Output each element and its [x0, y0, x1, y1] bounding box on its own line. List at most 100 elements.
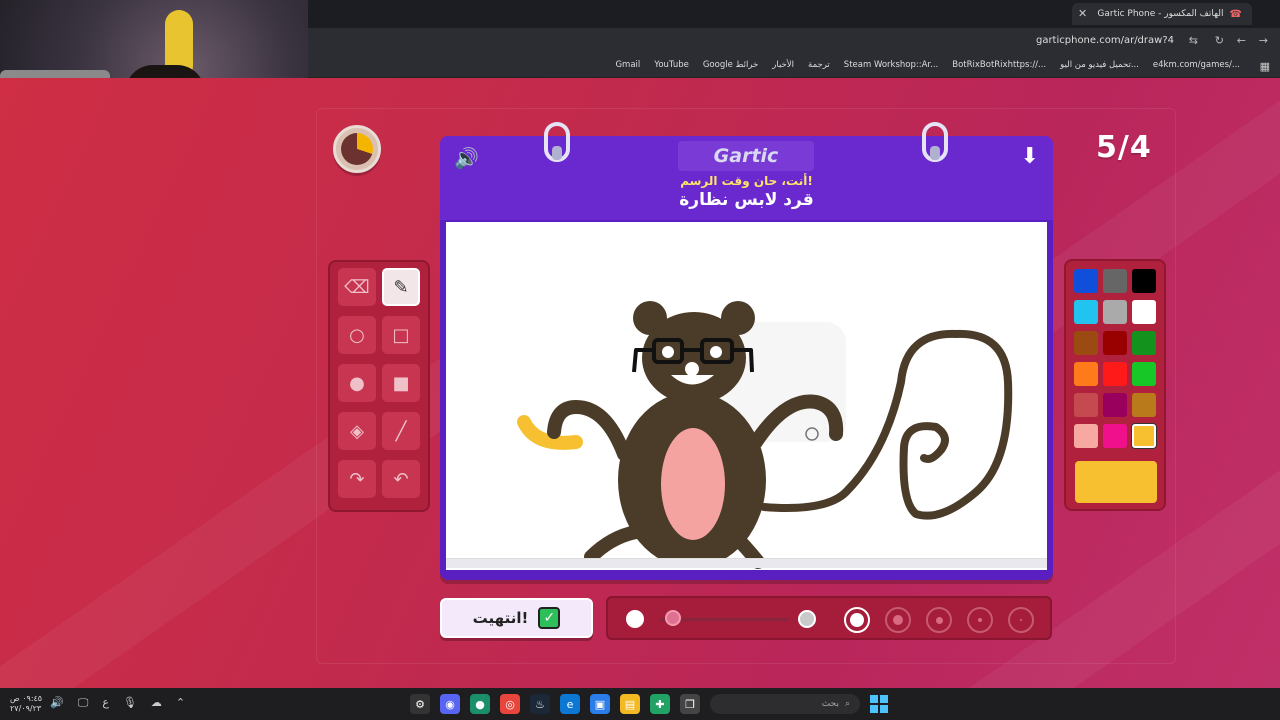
close-tab-icon[interactable]: ✕: [1078, 7, 1087, 20]
weather-icon[interactable]: ☁: [151, 696, 162, 710]
sound-icon[interactable]: 🔊: [454, 146, 479, 170]
color-swatch[interactable]: [1132, 393, 1156, 417]
fill-bucket-tool[interactable]: ◈: [338, 412, 376, 450]
chrome-app-icon[interactable]: ◎: [500, 694, 520, 714]
tray-overflow-icon[interactable]: ⌃: [176, 696, 185, 710]
mic-tray-icon[interactable]: 🎙: [123, 696, 137, 710]
check-icon: ✓: [538, 607, 561, 629]
line-icon: ╱: [395, 420, 407, 442]
ellipse-fill-tool[interactable]: ●: [338, 364, 376, 402]
bookmark-item[interactable]: BotRixBotRixhttps://...: [952, 60, 1046, 70]
system-tray: 🔊 🖵 ع 🎙 ☁ ⌃: [50, 696, 185, 710]
brush-size-option[interactable]: [967, 607, 993, 633]
color-swatch[interactable]: [1132, 331, 1156, 355]
color-swatch[interactable]: [1103, 269, 1127, 293]
address-bar-row: → ← ↻ ⇆ garticphone.com/ar/draw?4: [308, 28, 1280, 56]
color-swatch[interactable]: [1103, 424, 1127, 448]
color-swatch[interactable]: [1103, 362, 1127, 386]
color-swatch[interactable]: [1103, 300, 1127, 324]
taskbar-apps: ⚙ ◉ ● ◎ ♨ e ▣ ▤ ✚ ❐ بحث ⌕: [410, 694, 888, 714]
network-icon[interactable]: 🖵: [78, 696, 89, 710]
prompt-word: قرد لابس نظارة: [679, 190, 814, 210]
color-swatch[interactable]: [1074, 393, 1098, 417]
ellipse-outline-icon: ○: [349, 324, 365, 346]
color-swatch[interactable]: [1103, 331, 1127, 355]
browser-tab-bar: + ✕ Gartic Phone - الهاتف المكسور ☎: [308, 0, 1280, 28]
rectangle-outline-tool[interactable]: □: [382, 316, 420, 354]
done-button[interactable]: انتهيت! ✓: [440, 598, 593, 638]
apps-grid-icon[interactable]: ▦: [1260, 60, 1270, 73]
monkey-drawing: [517, 301, 1013, 569]
discord-app-icon[interactable]: ◉: [440, 694, 460, 714]
line-tool[interactable]: ╱: [382, 412, 420, 450]
taskbar-clock[interactable]: ٠٩:٤٥ ص ٢٧/٠٩/٢٣: [10, 694, 42, 714]
color-swatch[interactable]: [1132, 424, 1156, 448]
browser-tab[interactable]: ✕ Gartic Phone - الهاتف المكسور ☎: [1072, 3, 1252, 25]
bookmark-item[interactable]: Gmail: [615, 60, 640, 70]
color-swatch[interactable]: [1132, 362, 1156, 386]
bookmark-item[interactable]: تحميل فيديو من اليو...: [1060, 60, 1139, 70]
color-swatch[interactable]: [1074, 331, 1098, 355]
steam-app-icon[interactable]: ♨: [530, 694, 550, 714]
bookmark-item[interactable]: الأخبار: [772, 60, 794, 70]
round-counter: 5/4: [1096, 130, 1152, 165]
obs-app-icon[interactable]: ●: [470, 694, 490, 714]
download-icon[interactable]: ⬇: [1021, 144, 1039, 169]
prompt-subtitle: أنت، حان وقت الرسم!: [680, 174, 813, 188]
volume-icon[interactable]: 🔊: [50, 696, 64, 710]
address-bar-url[interactable]: garticphone.com/ar/draw?4: [1036, 35, 1174, 46]
edge-app-icon[interactable]: e: [560, 694, 580, 714]
clock-time: ٠٩:٤٥ ص: [10, 694, 43, 703]
color-swatch[interactable]: [1132, 300, 1156, 324]
notebook-header: 🔊 Gartic ⬇ أنت، حان وقت الرسم! قرد لابس …: [440, 136, 1053, 220]
current-color-preview: [1075, 461, 1157, 503]
back-arrow-icon[interactable]: →: [1259, 34, 1268, 47]
color-swatch[interactable]: [1074, 269, 1098, 293]
forward-arrow-icon[interactable]: ←: [1237, 34, 1246, 47]
bookmark-item[interactable]: Google خرائط: [703, 60, 758, 70]
settings-app-icon[interactable]: ⚙: [410, 694, 430, 714]
file-explorer-icon[interactable]: ▤: [620, 694, 640, 714]
pencil-tool[interactable]: ✎: [382, 268, 420, 306]
bookmark-item[interactable]: e4km.com/games/...: [1153, 60, 1240, 70]
bookmarks-list: Gmail YouTube Google خرائط الأخبار ترجمة Stea…: [615, 60, 1240, 70]
opacity-slider-handle[interactable]: [665, 610, 681, 626]
color-swatch[interactable]: [1103, 393, 1127, 417]
color-swatch[interactable]: [1074, 362, 1098, 386]
monkey-nose: [685, 362, 699, 376]
timer-icon: [333, 125, 381, 173]
xbox-app-icon[interactable]: ✚: [650, 694, 670, 714]
drawing-canvas[interactable]: [446, 222, 1047, 570]
bookmark-item[interactable]: ترجمة: [808, 60, 830, 70]
search-icon: ⌕: [844, 699, 850, 709]
canvas-page-edge: [446, 558, 1047, 568]
windows-start-icon[interactable]: [870, 695, 888, 713]
site-settings-icon[interactable]: ⇆: [1189, 34, 1198, 47]
fill-bucket-icon: ◈: [350, 420, 364, 442]
done-button-label: انتهيت!: [472, 609, 529, 627]
ellipse-outline-tool[interactable]: ○: [338, 316, 376, 354]
undo-tool[interactable]: ↶: [382, 460, 420, 498]
language-indicator[interactable]: ع: [102, 696, 109, 710]
eraser-tool[interactable]: ⌫: [338, 268, 376, 306]
store-app-icon[interactable]: ▣: [590, 694, 610, 714]
brush-size-option[interactable]: [885, 607, 911, 633]
color-swatch[interactable]: [1074, 424, 1098, 448]
reload-icon[interactable]: ↻: [1215, 34, 1224, 47]
task-view-icon[interactable]: ❐: [680, 694, 700, 714]
bookmark-item[interactable]: Steam Workshop::Ar...: [844, 60, 938, 70]
brush-size-option[interactable]: [1008, 607, 1034, 633]
color-swatch[interactable]: [1132, 269, 1156, 293]
redo-tool[interactable]: ↷: [338, 460, 376, 498]
taskbar-search[interactable]: بحث ⌕: [710, 694, 860, 714]
rectangle-fill-tool[interactable]: ■: [382, 364, 420, 402]
drawing-notebook: 🔊 Gartic ⬇ أنت، حان وقت الرسم! قرد لابس …: [440, 122, 1053, 580]
tools-panel: ⌫ ✎ ○ □ ● ■ ◈ ╱ ↷ ↶: [328, 260, 430, 512]
notebook-ring-left: [544, 122, 570, 162]
color-swatch[interactable]: [1074, 300, 1098, 324]
pencil-icon: ✎: [393, 276, 409, 298]
bookmark-item[interactable]: YouTube: [654, 60, 689, 70]
monkey-left-leg: [584, 525, 643, 564]
brush-size-option[interactable]: [844, 607, 870, 633]
brush-size-option[interactable]: [926, 607, 952, 633]
